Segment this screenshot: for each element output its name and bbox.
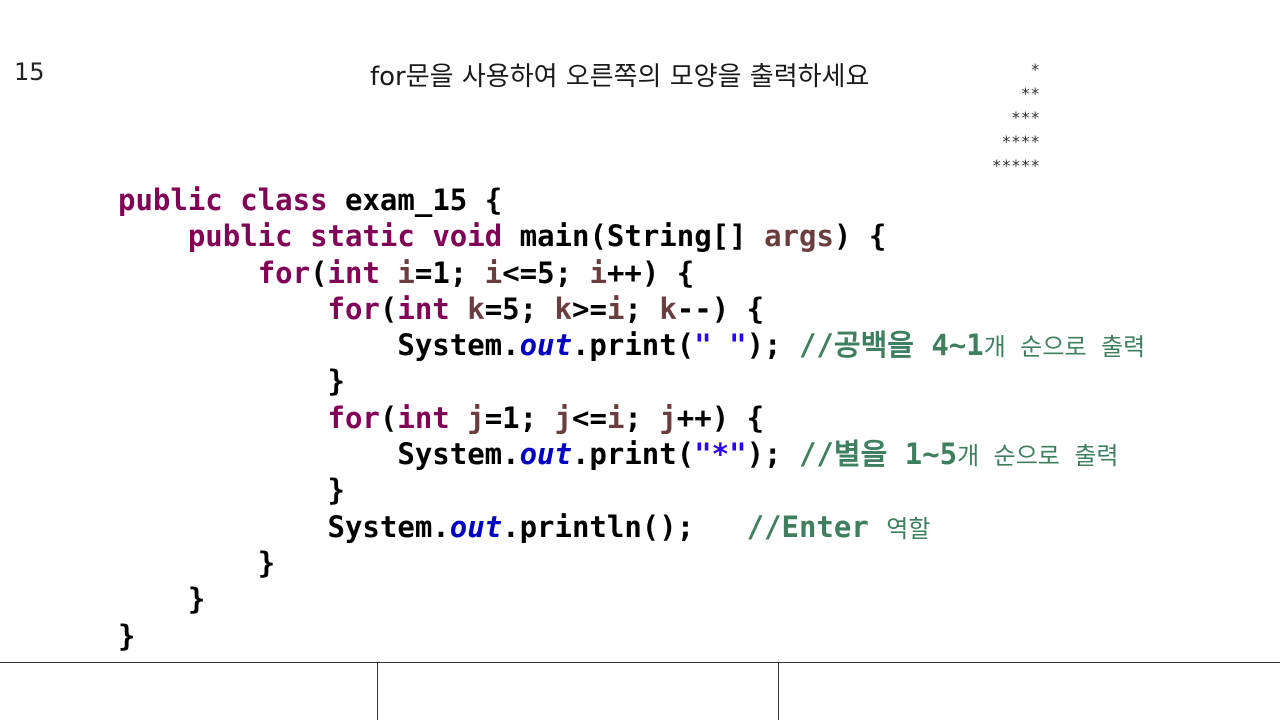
string-literal: "*" <box>694 437 747 472</box>
code-text: >= <box>572 291 607 326</box>
code-line-1: public class exam_15 { <box>118 182 1145 218</box>
code-line-6: } <box>118 363 1145 399</box>
keyword: for <box>257 255 311 290</box>
code-text: <= <box>572 400 607 435</box>
code-text: ; <box>624 400 660 435</box>
keyword: for <box>327 400 380 435</box>
slide-number: 15 <box>14 58 45 86</box>
variable: i <box>606 400 625 435</box>
code-text: ) { <box>833 219 887 254</box>
code-line-5: System.out.print(" "); //공백을 4~1개 순으로 출력 <box>118 327 1145 363</box>
variable: i <box>484 255 503 290</box>
keyword: int <box>327 255 380 290</box>
comment-text: 역할 <box>886 514 931 543</box>
code-line-9: } <box>118 472 1145 508</box>
code-line-11: } <box>118 545 1145 581</box>
code-text: System. <box>397 328 520 363</box>
comment-text: 개 순으로 출력 <box>957 442 1119 471</box>
code-line-12: } <box>118 581 1145 617</box>
code-text: .println(); <box>502 509 747 544</box>
keyword: int <box>397 400 450 435</box>
code-text: <=5; <box>502 255 590 290</box>
code-text: ( <box>379 400 398 435</box>
star-row-3: *** <box>1011 108 1040 127</box>
code-text: ); <box>746 328 799 363</box>
variable: j <box>467 400 485 435</box>
star-row-2: ** <box>1020 84 1040 103</box>
code-line-8: System.out.print("*"); //별을 1~5개 순으로 출력 <box>118 436 1145 472</box>
comment-text: 4~1 <box>931 328 984 363</box>
code-text: } <box>187 582 206 617</box>
code-text: System. <box>397 437 520 472</box>
star-row-4: **** <box>1001 132 1040 151</box>
code-text: } <box>257 545 276 580</box>
keyword: void <box>432 219 503 254</box>
code-line-3: for(int i=1; i<=5; i++) { <box>118 255 1145 291</box>
slide-title: for문을 사용하여 오른쪽의 모양을 출력하세요 <box>370 62 870 92</box>
code-text: .print( <box>571 328 695 363</box>
keyword: public <box>187 219 293 254</box>
code-text: ++) { <box>676 400 765 435</box>
code-line-10: System.out.println(); //Enter 역할 <box>118 509 1145 545</box>
variable: i <box>606 291 625 326</box>
table-divider <box>377 663 378 720</box>
comment-text: //별을 <box>798 437 905 472</box>
comment: //공백을 4~1개 순으로 출력 <box>799 328 1145 362</box>
bottom-table-border <box>0 662 1280 720</box>
variable: j <box>659 400 677 435</box>
code-text: =5; <box>484 291 555 326</box>
keyword: class <box>240 183 328 217</box>
comment-text: //Enter <box>746 509 887 544</box>
code-text: ++) { <box>606 255 695 290</box>
code-text: } <box>327 364 345 399</box>
field: out <box>449 509 503 544</box>
code-text: ( <box>379 291 398 326</box>
keyword: static <box>310 219 415 254</box>
keyword: int <box>397 291 450 326</box>
comment-text: 1~5 <box>904 437 958 472</box>
star-pattern-example: * ** *** **** ***** <box>950 58 1040 178</box>
code-text: ; <box>624 291 660 326</box>
code-text: ( <box>310 255 328 290</box>
variable: i <box>589 255 607 290</box>
code-line-4: for(int k=5; k>=i; k--) { <box>118 291 1145 327</box>
code-text: System. <box>327 509 450 544</box>
field: out <box>519 437 572 472</box>
star-row-1: * <box>1030 60 1040 79</box>
keyword: for <box>327 291 380 326</box>
code-text: } <box>118 618 136 653</box>
code-text: =1; <box>484 400 555 435</box>
star-row-5: ***** <box>991 156 1040 175</box>
variable: i <box>397 255 415 290</box>
code-text: exam_15 { <box>345 183 503 217</box>
code-line-2: public static void main(String[] args) { <box>118 218 1145 254</box>
code-text: main(String[] <box>519 219 765 254</box>
code-text: --) { <box>676 291 765 326</box>
variable: args <box>764 219 834 254</box>
comment: //Enter 역할 <box>747 510 931 544</box>
code-text: .print( <box>571 437 695 472</box>
variable: k <box>554 291 573 326</box>
variable: k <box>467 291 485 326</box>
variable: k <box>659 291 677 326</box>
code-text: } <box>327 473 345 508</box>
code-line-7: for(int j=1; j<=i; j++) { <box>118 400 1145 436</box>
comment-text: //공백을 <box>798 328 932 363</box>
code-block: public class exam_15 { public static voi… <box>118 182 1145 654</box>
comment-text: 개 순으로 출력 <box>983 333 1146 362</box>
variable: j <box>554 400 573 435</box>
comment: //별을 1~5개 순으로 출력 <box>799 437 1119 471</box>
keyword: public <box>118 183 223 217</box>
field: out <box>519 328 572 363</box>
string-literal: " " <box>694 328 747 363</box>
code-line-13: } <box>118 618 1145 654</box>
table-divider <box>778 663 779 720</box>
code-text: ); <box>746 437 799 472</box>
code-text: =1; <box>414 255 485 290</box>
